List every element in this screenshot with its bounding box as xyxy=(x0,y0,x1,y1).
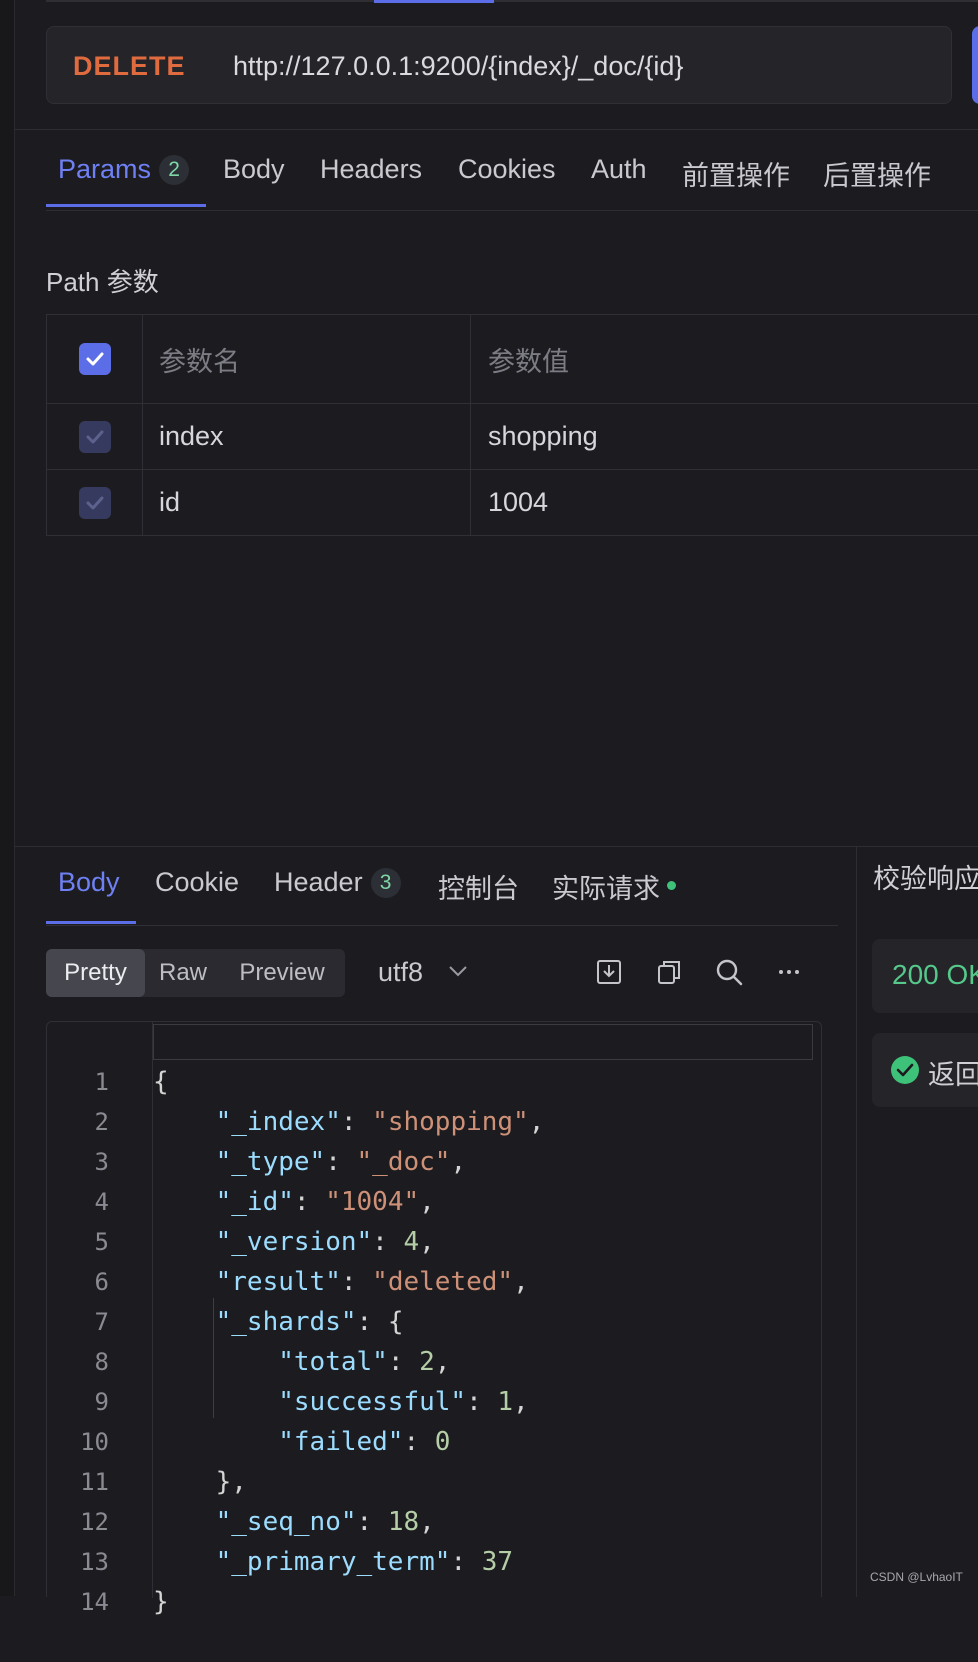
view-pretty-button[interactable]: Pretty xyxy=(46,949,145,997)
line-number: 14 xyxy=(80,1588,109,1616)
response-tabs: Body Cookie Header 3 控制台 实际请求 xyxy=(46,847,838,926)
divider xyxy=(46,210,978,211)
response-code-editor[interactable]: 1{ 2 "_index": "shopping", 3 "_type": "_… xyxy=(46,1021,822,1617)
tab-label: Params xyxy=(58,154,152,184)
tab-label: 实际请求 xyxy=(552,874,660,904)
path-params-title: Path 参数 xyxy=(46,267,159,297)
validation-side-panel: 校验响应 200 OK 返回 xyxy=(856,846,978,1597)
request-url-bar[interactable]: DELETE http://127.0.0.1:9200/{index}/_do… xyxy=(46,26,952,104)
url-input[interactable]: http://127.0.0.1:9200/{index}/_doc/{id} xyxy=(233,51,683,82)
table-header-row: 参数名 参数值 xyxy=(47,315,978,404)
check-result-card[interactable]: 返回 xyxy=(872,1033,978,1107)
code-line: 10 "failed": 0 xyxy=(47,1382,450,1457)
param-name-field[interactable]: index xyxy=(143,404,471,469)
status-code-text: 200 OK xyxy=(892,959,978,990)
more-icon[interactable] xyxy=(774,957,804,987)
http-method-select[interactable]: DELETE xyxy=(73,51,186,82)
watermark: CSDN @LvhaoIT xyxy=(870,1570,963,1584)
param-name-field[interactable]: id xyxy=(143,470,471,535)
active-tab-underline xyxy=(46,921,136,924)
code-line: 2 "_index": "shopping", xyxy=(47,1062,545,1137)
chevron-down-icon[interactable] xyxy=(446,959,470,983)
tab-pre-processors[interactable]: 前置操作 xyxy=(682,154,790,193)
view-raw-button[interactable]: Raw xyxy=(147,949,219,997)
download-icon[interactable] xyxy=(594,957,624,987)
row-checkbox[interactable] xyxy=(78,420,111,453)
tab-auth[interactable]: Auth xyxy=(591,154,647,185)
tab-response-body[interactable]: Body xyxy=(58,867,120,898)
code-line: 3 "_type": "_doc", xyxy=(47,1102,467,1177)
check-icon xyxy=(86,430,103,443)
row-checkbox-cell xyxy=(47,470,143,535)
param-value-field[interactable]: 1004 xyxy=(471,470,978,535)
row-checkbox[interactable] xyxy=(78,486,111,519)
status-dot xyxy=(667,881,676,890)
header-count-badge: 3 xyxy=(370,868,401,898)
request-tabs: Params 2 Body Headers Cookies Auth 前置操作 后… xyxy=(46,130,978,210)
path-params-table: 参数名 参数值 index shopping id 1004 xyxy=(46,314,978,536)
view-preview-button[interactable]: Preview xyxy=(224,949,340,997)
check-icon xyxy=(86,496,103,509)
check-circle-icon xyxy=(891,1056,919,1084)
column-header-name: 参数名 xyxy=(143,315,471,403)
code-line: 8 "total": 2, xyxy=(47,1302,451,1377)
select-all-checkbox[interactable] xyxy=(78,343,111,375)
tab-actual-request[interactable]: 实际请求 xyxy=(552,867,676,906)
tab-cookies[interactable]: Cookies xyxy=(458,154,556,185)
current-line-highlight xyxy=(153,1024,813,1060)
tab-response-cookie[interactable]: Cookie xyxy=(155,867,239,898)
search-icon[interactable] xyxy=(714,957,744,987)
params-count-badge: 2 xyxy=(159,155,190,185)
code-line: 4 "_id": "1004", xyxy=(47,1142,435,1217)
code-line: 5 "_version": 4, xyxy=(47,1182,435,1257)
table-row: id 1004 xyxy=(47,470,978,535)
code-line: 11 }, xyxy=(47,1422,247,1497)
top-tab-strip xyxy=(46,0,978,2)
send-button[interactable] xyxy=(972,26,978,104)
tab-label: Header xyxy=(274,867,363,897)
response-panel: Body Cookie Header 3 控制台 实际请求 Pretty Raw … xyxy=(14,846,856,1617)
view-mode-toggle: Pretty Raw Preview xyxy=(46,949,345,997)
tab-params[interactable]: Params 2 xyxy=(58,154,190,185)
code-line: 13 "_primary_term": 37 xyxy=(47,1502,513,1577)
code-line: 6 "result": "deleted", xyxy=(47,1222,529,1297)
tab-console[interactable]: 控制台 xyxy=(438,867,519,906)
tab-post-processors[interactable]: 后置操作 xyxy=(823,154,931,193)
encoding-select[interactable]: utf8 xyxy=(378,957,423,988)
code-line: 14} xyxy=(47,1542,169,1617)
left-rail xyxy=(0,0,15,1596)
tab-headers[interactable]: Headers xyxy=(320,154,422,185)
table-row: index shopping xyxy=(47,404,978,470)
column-header-value: 参数值 xyxy=(488,346,569,377)
check-icon xyxy=(86,352,103,366)
top-tab-active-indicator xyxy=(374,0,494,3)
code-line: 12 "_seq_no": 18, xyxy=(47,1462,435,1537)
tab-response-header[interactable]: Header 3 xyxy=(274,867,401,898)
code-line: 7 "_shards": { xyxy=(47,1262,404,1337)
validate-response-title: 校验响应 xyxy=(873,864,978,894)
check-result-text: 返回 xyxy=(928,1060,978,1090)
tab-body[interactable]: Body xyxy=(223,154,285,185)
param-value-field[interactable]: shopping xyxy=(471,404,978,469)
select-all-cell xyxy=(47,315,143,403)
code-line: 9 "successful": 1, xyxy=(47,1342,529,1417)
copy-icon[interactable] xyxy=(654,957,684,987)
row-checkbox-cell xyxy=(47,404,143,469)
code-line: 1{ xyxy=(47,1022,169,1097)
status-card[interactable]: 200 OK xyxy=(872,939,978,1013)
active-tab-underline xyxy=(46,204,206,207)
